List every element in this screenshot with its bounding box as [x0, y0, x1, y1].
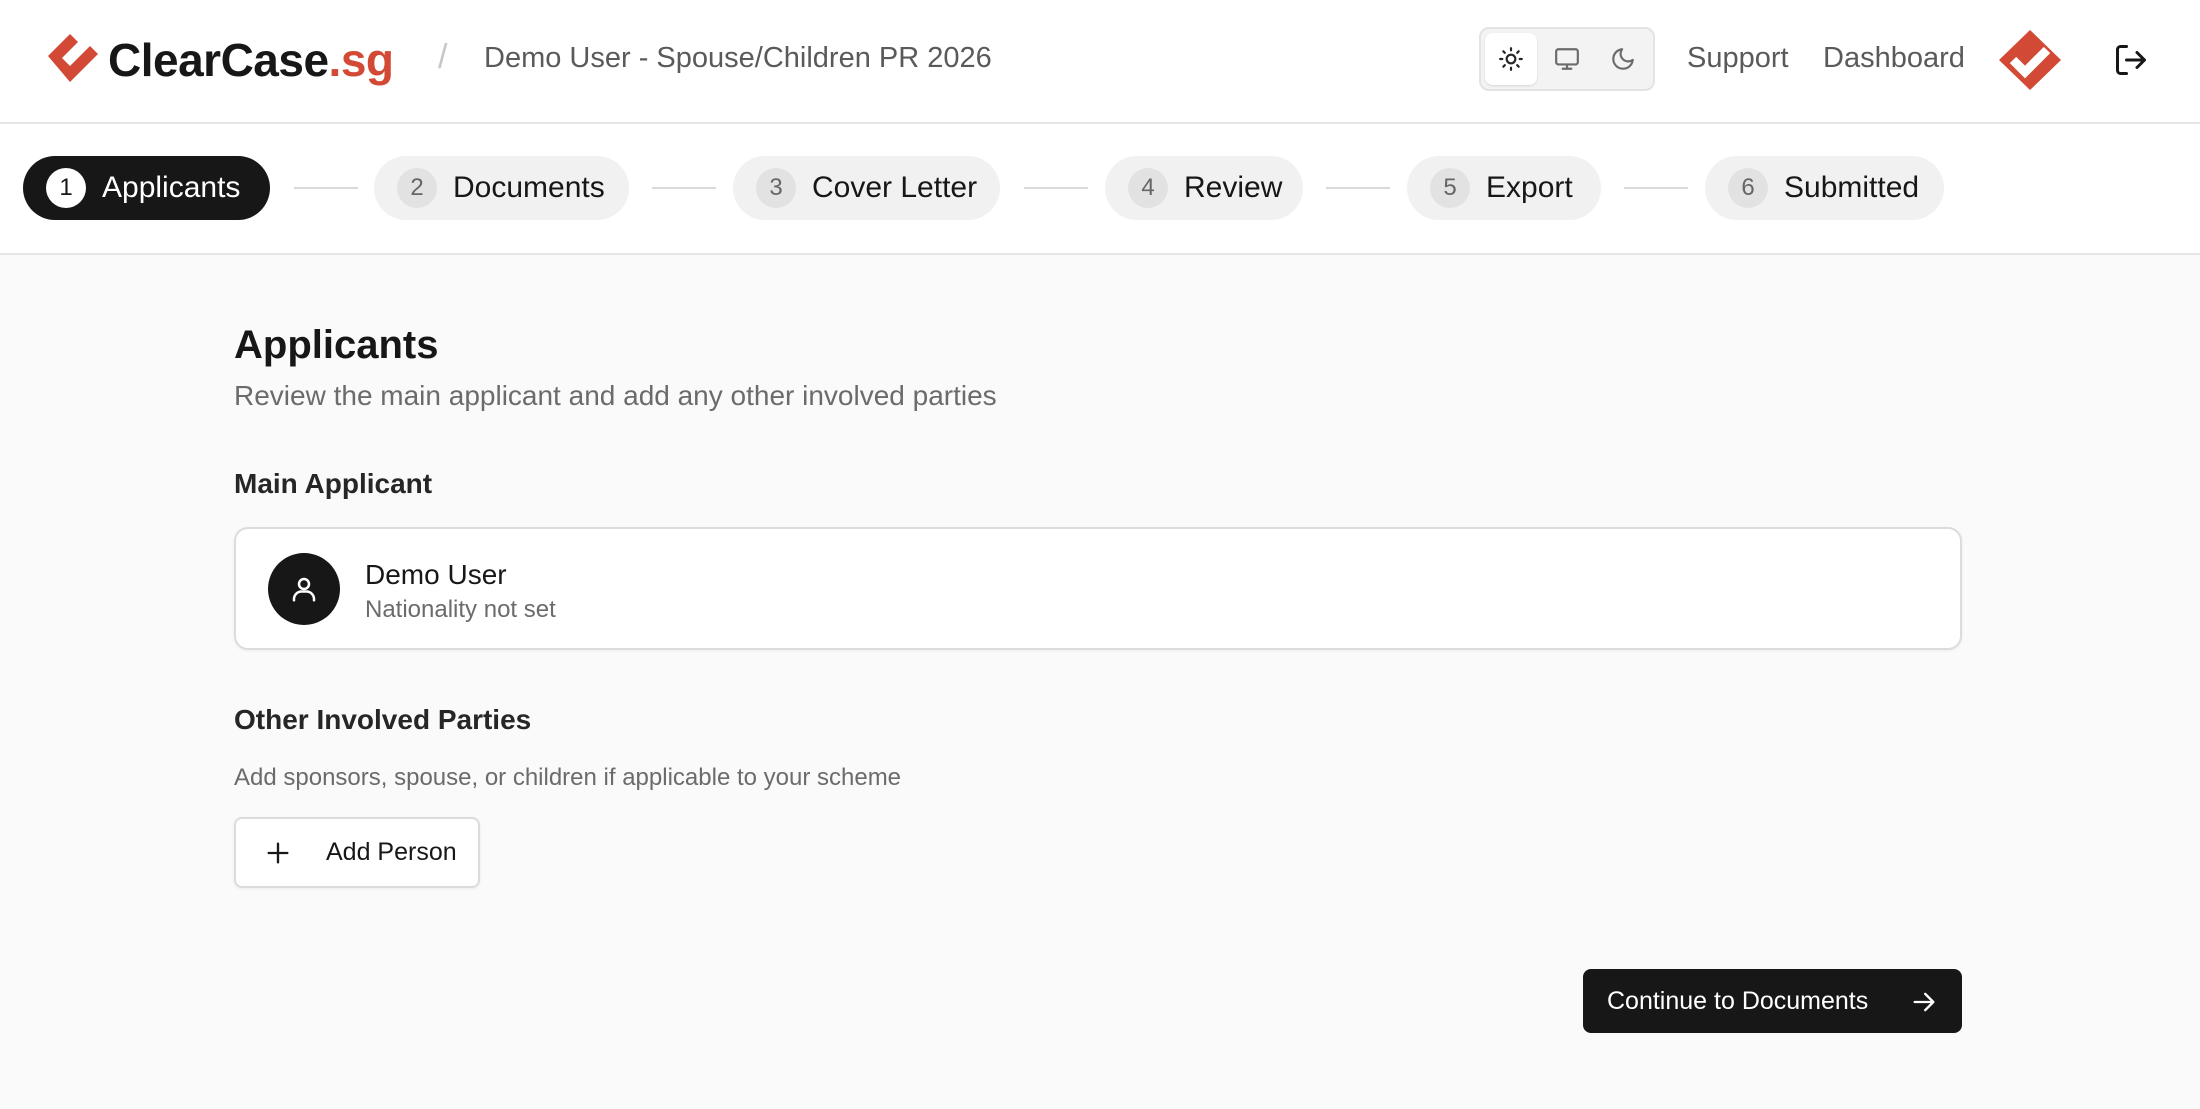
progress-stepper: 1 Applicants 2 Documents 3 Cover Letter …: [0, 124, 2200, 255]
step-number: 5: [1430, 168, 1470, 208]
step-number: 1: [46, 168, 86, 208]
sun-icon: [1499, 47, 1523, 71]
theme-light-button[interactable]: [1485, 33, 1537, 85]
step-submitted[interactable]: 6 Submitted: [1705, 156, 1944, 220]
step-number: 3: [756, 168, 796, 208]
step-documents[interactable]: 2 Documents: [374, 156, 629, 220]
step-connector: [1326, 187, 1390, 189]
step-connector: [1624, 187, 1688, 189]
step-cover-letter[interactable]: 3 Cover Letter: [733, 156, 1000, 220]
step-label: Documents: [453, 171, 605, 204]
clearcase-logo-icon: [48, 34, 98, 82]
page-title: Applicants: [234, 323, 439, 367]
other-parties-heading: Other Involved Parties: [234, 704, 532, 735]
step-label: Submitted: [1784, 171, 1920, 204]
breadcrumb-separator: /: [438, 38, 448, 76]
arrow-right-icon: [1913, 992, 1935, 1012]
applicant-nationality: Nationality not set: [365, 596, 556, 623]
step-label: Cover Letter: [812, 171, 978, 204]
user-avatar-button[interactable]: [1995, 26, 2065, 92]
top-header: ClearCase.sg / Demo User - Spouse/Childr…: [0, 0, 2200, 124]
page-subtitle: Review the main applicant and add any ot…: [234, 380, 997, 411]
step-number: 2: [397, 168, 437, 208]
project-title: Demo User - Spouse/Children PR 2026: [484, 42, 992, 74]
step-export[interactable]: 5 Export: [1407, 156, 1601, 220]
step-label: Review: [1184, 171, 1283, 204]
step-connector: [1024, 187, 1088, 189]
step-number: 4: [1128, 168, 1168, 208]
user-icon: [292, 577, 316, 602]
moon-icon: [1612, 48, 1634, 70]
nav-dashboard-link[interactable]: Dashboard: [1823, 42, 1965, 75]
nav-support-link[interactable]: Support: [1687, 42, 1789, 75]
add-person-button[interactable]: Add Person: [234, 817, 480, 888]
step-connector: [652, 187, 716, 189]
plus-icon: [267, 842, 289, 863]
theme-system-button[interactable]: [1541, 33, 1593, 85]
theme-toggle: [1479, 27, 1655, 91]
avatar: [268, 553, 340, 625]
monitor-icon: [1555, 48, 1579, 70]
step-number: 6: [1728, 168, 1768, 208]
continue-button[interactable]: Continue to Documents: [1583, 969, 1962, 1033]
applicant-name: Demo User: [365, 559, 507, 590]
step-review[interactable]: 4 Review: [1105, 156, 1303, 220]
step-applicants[interactable]: 1 Applicants: [23, 156, 270, 220]
theme-dark-button[interactable]: [1597, 33, 1649, 85]
step-label: Applicants: [102, 171, 241, 204]
brand-name: ClearCase.sg: [108, 34, 394, 86]
other-parties-help: Add sponsors, spouse, or children if app…: [234, 764, 902, 791]
add-person-label: Add Person: [326, 838, 457, 866]
brand-logo-link[interactable]: ClearCase.sg: [40, 30, 394, 90]
logout-icon[interactable]: [2113, 42, 2149, 78]
step-label: Export: [1486, 171, 1573, 204]
step-connector: [294, 187, 358, 189]
continue-label: Continue to Documents: [1607, 986, 1869, 1015]
main-applicant-card[interactable]: Demo User Nationality not set: [234, 527, 1962, 650]
main-applicant-heading: Main Applicant: [234, 468, 433, 499]
